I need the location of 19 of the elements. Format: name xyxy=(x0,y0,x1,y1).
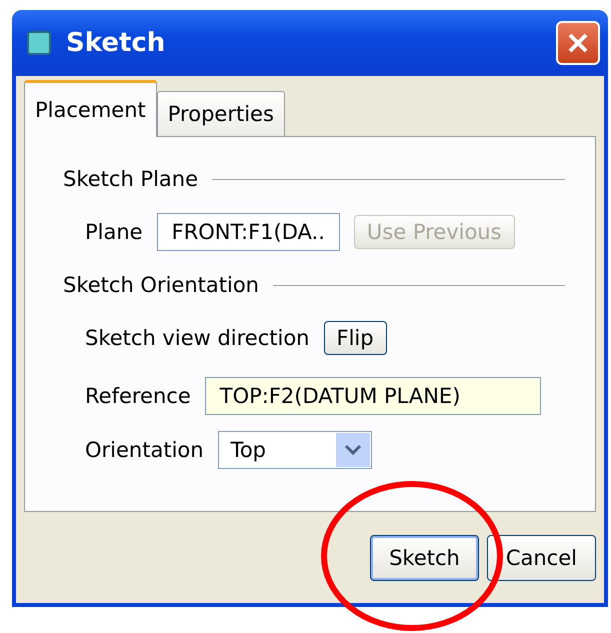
close-icon xyxy=(567,32,589,54)
tab[interactable]: Properties xyxy=(156,91,285,136)
sketch-button[interactable]: Sketch xyxy=(370,534,479,580)
reference-field[interactable]: TOP:F2(DATUM PLANE) xyxy=(204,377,541,415)
plane-field[interactable]: FRONT:F1(DA.. xyxy=(156,213,340,251)
chevron-down-icon xyxy=(344,444,362,456)
section-heading: Sketch Plane xyxy=(63,167,198,191)
reference-label: Reference xyxy=(85,384,191,408)
plane-label: Plane xyxy=(85,220,143,244)
close-button[interactable] xyxy=(556,21,600,65)
view-direction-label: Sketch view direction xyxy=(85,326,310,350)
tab[interactable]: Placement xyxy=(24,80,157,137)
cancel-button[interactable]: Cancel xyxy=(486,534,596,580)
orientation-label: Orientation xyxy=(85,438,204,462)
orientation-dropdown[interactable]: Top xyxy=(218,431,372,469)
section-heading: Sketch Orientation xyxy=(63,273,259,297)
cube-icon xyxy=(26,30,52,56)
window-title: Sketch xyxy=(66,28,166,58)
flip-button[interactable]: Flip xyxy=(324,321,387,355)
